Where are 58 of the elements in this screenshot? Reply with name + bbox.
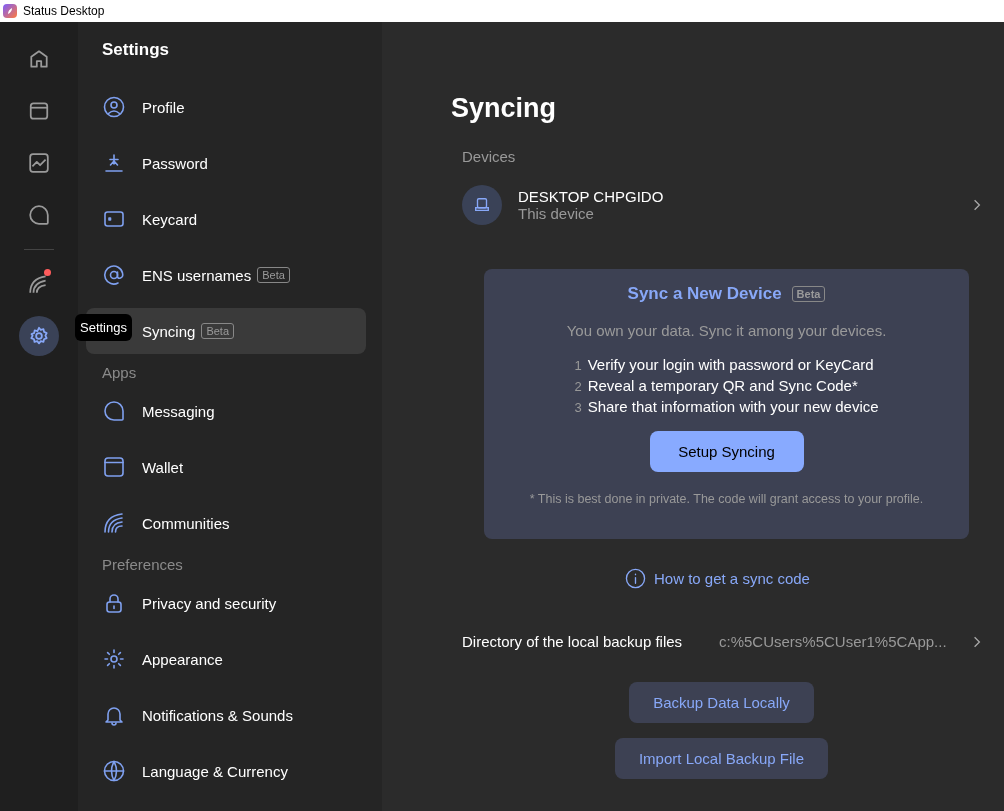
settings-menu-item[interactable]: Profile xyxy=(86,84,366,130)
step-number: 1 xyxy=(574,358,582,373)
step-number: 3 xyxy=(574,400,582,415)
backup-directory-row[interactable]: Directory of the local backup files c:%5CUsers%5CUser1%5CApp... xyxy=(462,633,981,650)
asterisk-icon xyxy=(103,152,125,174)
settings-menu-item[interactable]: Keycard xyxy=(86,196,366,242)
chevron-right-icon xyxy=(973,634,981,649)
chart-icon xyxy=(28,152,50,174)
wallet-icon xyxy=(28,100,50,122)
settings-menu-item[interactable]: Password xyxy=(86,140,366,186)
sun-icon xyxy=(103,648,125,670)
chat-bubble-icon xyxy=(28,204,50,226)
device-row[interactable]: DESKTOP CHPGIDO This device xyxy=(462,185,981,225)
device-subtitle: This device xyxy=(518,205,595,222)
settings-menu-item[interactable]: Communities xyxy=(86,500,366,546)
lock-icon xyxy=(103,592,125,614)
device-name: DESKTOP CHPGIDO xyxy=(518,188,665,205)
bell-icon xyxy=(103,704,125,726)
card-title: Sync a New Device xyxy=(627,284,782,304)
settings-nav-button[interactable] xyxy=(19,316,59,356)
chat-bubble-icon xyxy=(103,400,125,422)
globe-icon xyxy=(103,760,125,782)
beta-tag: Beta xyxy=(791,286,826,302)
step-number: 2 xyxy=(574,379,582,394)
profile-icon xyxy=(103,96,125,118)
laptop-icon xyxy=(473,196,491,214)
card-intro: You own your data. Sync it among your devices. xyxy=(566,322,887,339)
communities-icon xyxy=(103,512,125,534)
help-link[interactable]: How to get a sync code xyxy=(625,568,810,589)
settings-menu-item[interactable]: ENS usernames Beta xyxy=(86,252,366,298)
info-icon xyxy=(625,568,646,589)
step-text: Reveal a temporary QR and Sync Code* xyxy=(587,377,858,394)
section-label: Preferences xyxy=(101,556,184,572)
step-text: Verify your login with password or KeyCard xyxy=(587,356,874,373)
chevron-right-icon xyxy=(973,198,981,212)
settings-menu-item[interactable]: Language & Currency xyxy=(86,748,366,794)
privacy-note: * This is best done in private. The code will grant access to your profile. xyxy=(529,492,924,506)
settings-menu-item[interactable]: Notifications & Sounds xyxy=(86,692,366,738)
at-sign-icon xyxy=(103,264,125,286)
settings-menu-item[interactable]: Wallet xyxy=(86,444,366,490)
wallet-icon xyxy=(103,456,125,478)
settings-icon xyxy=(28,325,50,347)
settings-heading: Settings xyxy=(101,39,171,61)
step-text: Share that information with your new device xyxy=(587,398,879,415)
window-title: Status Desktop xyxy=(23,4,105,18)
page-title: Syncing xyxy=(451,93,558,125)
settings-menu-item[interactable]: Messaging xyxy=(86,388,366,434)
section-label: Apps xyxy=(101,364,138,380)
tooltip: Settings xyxy=(75,314,132,341)
section-label: Devices xyxy=(462,148,517,165)
settings-menu-item[interactable]: Appearance xyxy=(86,636,366,682)
setup-syncing-button[interactable]: Setup Syncing xyxy=(649,431,804,472)
backup-button[interactable]: Backup Data Locally xyxy=(629,682,814,723)
backup-button[interactable]: Import Local Backup File xyxy=(614,738,829,779)
card-icon xyxy=(103,208,125,230)
home-icon xyxy=(28,48,50,70)
settings-menu-item[interactable]: Privacy and security xyxy=(86,580,366,626)
app-logo-icon xyxy=(3,4,17,18)
